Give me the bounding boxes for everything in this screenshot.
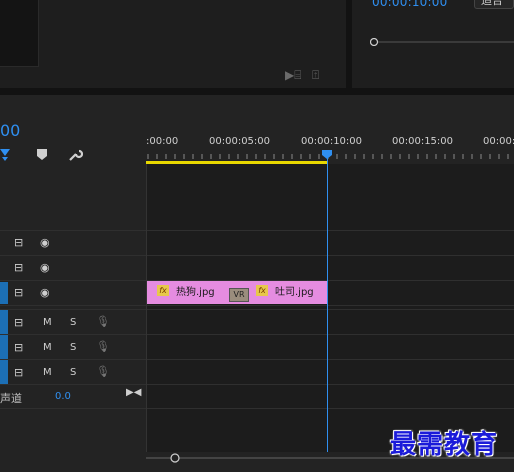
sync-lock-icon[interactable]: ⊟: [14, 366, 23, 379]
ruler-label-15s: 00:00:15:00: [392, 136, 454, 147]
fit-dropdown[interactable]: 适合: [474, 0, 514, 9]
track-target-v1[interactable]: [0, 282, 8, 304]
track-separator: [0, 305, 514, 306]
sync-lock-icon[interactable]: ⊟: [14, 316, 23, 329]
scrollbar-handle: [170, 453, 180, 463]
eye-icon[interactable]: ◉: [40, 286, 50, 299]
marker-icon[interactable]: [37, 149, 47, 161]
snap-icon[interactable]: [0, 149, 14, 161]
solo-button[interactable]: S: [70, 367, 76, 378]
ruler-label-0: :00:00: [146, 136, 179, 147]
program-scrubber-handle: [370, 38, 379, 46]
microphone-icon[interactable]: 🎙: [96, 340, 110, 353]
timeline-tools: [0, 146, 146, 164]
export-frame-icon[interactable]: ⍐: [312, 68, 319, 83]
clip-hotdog[interactable]: fx 热狗.jpg: [147, 281, 237, 304]
eye-icon[interactable]: ◉: [40, 261, 50, 274]
track-separator: [0, 230, 514, 231]
vr-transition[interactable]: VR: [229, 288, 249, 302]
track-separator: [0, 384, 514, 385]
go-to-end-icon[interactable]: ▶◀: [126, 387, 141, 398]
solo-button[interactable]: S: [70, 342, 76, 353]
mute-button[interactable]: M: [43, 367, 52, 378]
track-separator: [0, 359, 514, 360]
track-target-a1[interactable]: [0, 310, 8, 334]
microphone-icon[interactable]: 🎙: [96, 365, 110, 378]
fx-badge: fx: [256, 285, 268, 296]
track-headers: [0, 164, 146, 464]
mix-volume-value[interactable]: 0.0: [55, 391, 71, 402]
track-separator: [0, 408, 514, 409]
header-divider: [146, 164, 147, 464]
ruler-label-5s: 00:00:05:00: [209, 136, 271, 147]
program-scrubber[interactable]: [370, 38, 514, 46]
sync-lock-icon[interactable]: ⊟: [14, 236, 23, 249]
mute-button[interactable]: M: [43, 317, 52, 328]
playhead-handle[interactable]: [322, 150, 332, 159]
clip-name: 吐司.jpg: [275, 287, 314, 298]
ruler-label-10s: 00:00:10:00: [301, 136, 363, 147]
ruler-label-20s: 00:00:2: [483, 136, 514, 147]
panel-divider-horizontal[interactable]: [0, 88, 514, 95]
program-timecode[interactable]: 00:00:10:00: [372, 0, 447, 9]
solo-button[interactable]: S: [70, 317, 76, 328]
sequence-timecode[interactable]: 00: [0, 121, 20, 140]
sync-lock-icon[interactable]: ⊟: [14, 286, 23, 299]
sync-lock-icon[interactable]: ⊟: [14, 261, 23, 274]
source-monitor-video: [0, 0, 39, 67]
fx-badge: fx: [157, 285, 169, 296]
track-target-a3[interactable]: [0, 360, 8, 384]
watermark-logo: 最需教育: [390, 430, 499, 460]
insert-icon[interactable]: ▶⌸: [285, 68, 301, 83]
sync-lock-icon[interactable]: ⊟: [14, 341, 23, 354]
eye-icon[interactable]: ◉: [40, 236, 50, 249]
clip-name: 热狗.jpg: [176, 287, 215, 298]
wrench-icon[interactable]: [67, 147, 83, 163]
track-separator: [0, 309, 514, 310]
mute-button[interactable]: M: [43, 342, 52, 353]
track-separator: [0, 255, 514, 256]
microphone-icon[interactable]: 🎙: [96, 315, 110, 328]
track-separator: [0, 334, 514, 335]
clip-toast[interactable]: fx 吐司.jpg: [237, 281, 328, 304]
track-target-a2[interactable]: [0, 335, 8, 359]
playhead-line: [327, 158, 328, 464]
mix-track-label: 声道: [0, 392, 22, 405]
